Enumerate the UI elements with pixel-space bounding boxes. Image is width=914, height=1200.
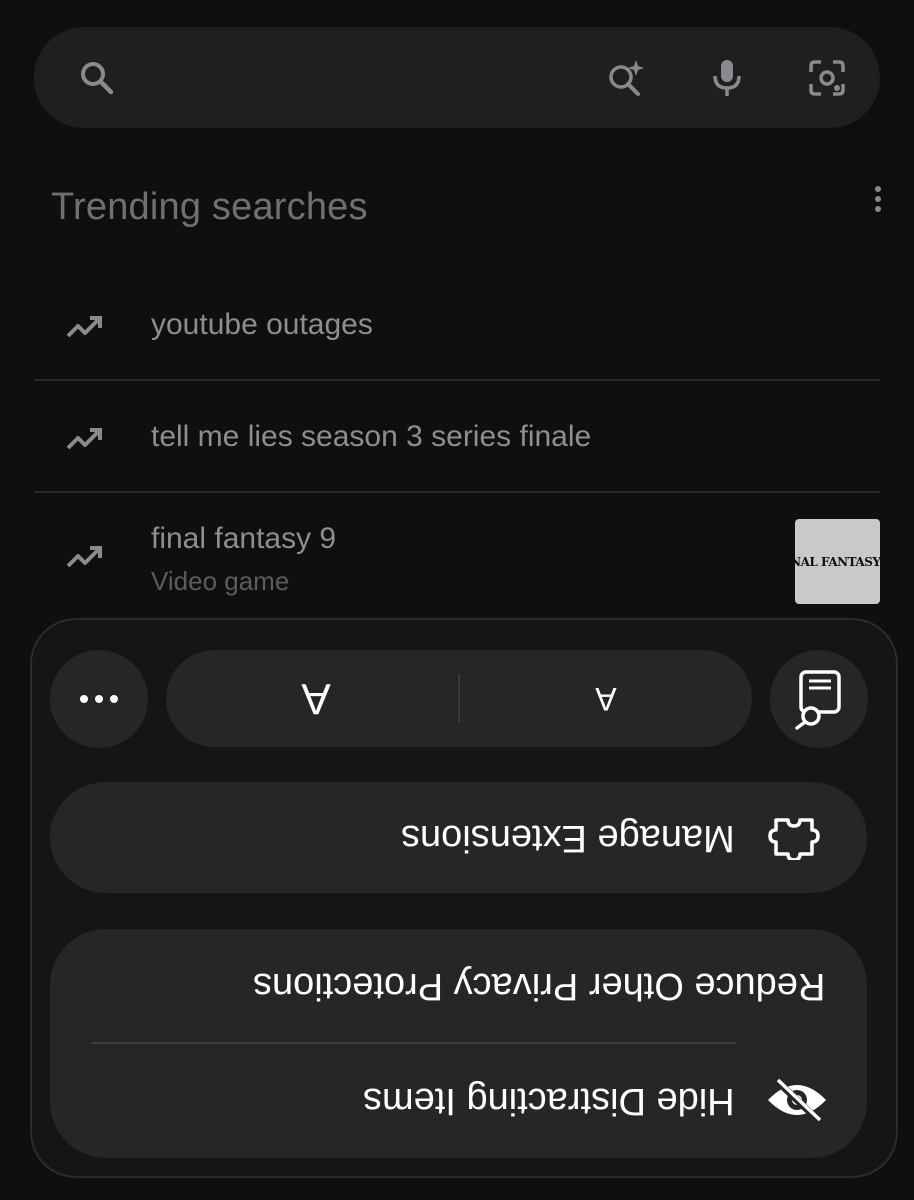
sparkle-search-icon[interactable] [604,57,646,99]
divider [34,379,880,381]
trending-up-icon [66,546,102,568]
trending-title: Trending searches [51,186,368,228]
hide-distracting-items-button[interactable]: Hide Distracting Items [363,1044,735,1158]
reduce-privacy-protections-button[interactable]: Reduce Other Privacy Protections [253,929,825,1042]
puzzle-piece-icon [768,818,820,860]
more-vert-icon[interactable] [866,184,890,214]
manage-extensions-label: Manage Extensions [401,817,735,859]
trending-up-icon [66,316,102,338]
reader-document-icon [795,670,841,730]
trending-item[interactable]: youtube outages [34,290,880,380]
privacy-options-group: Reduce Other Privacy Protections Hide Di… [50,929,867,1158]
divider [34,491,880,493]
more-options-button[interactable] [50,650,148,748]
trending-item[interactable]: final fantasy 9 Video game [34,494,880,618]
trending-item-subtitle: Video game [151,566,290,596]
trending-item[interactable]: tell me lies season 3 series finale [34,382,880,492]
decrease-font-button[interactable]: A [566,650,646,747]
manage-extensions-button[interactable]: Manage Extensions [50,782,867,893]
trending-thumbnail[interactable]: FINAL FANTASY IX [795,519,880,604]
search-icon[interactable] [76,57,118,99]
page: Trending searches youtube outages tell m… [0,0,914,1200]
trending-up-icon [66,428,102,450]
search-bar[interactable] [34,27,880,128]
eye-slash-icon [768,1077,826,1123]
reader-button[interactable] [770,650,868,748]
final-fantasy-logo: FINAL FANTASY IX [795,554,880,569]
increase-font-button[interactable]: A [276,650,356,747]
font-size-control[interactable]: A A [166,650,752,747]
trending-item-text: final fantasy 9 [151,522,337,555]
trending-item-text: tell me lies season 3 series finale [151,420,592,453]
microphone-icon[interactable] [706,57,748,99]
camera-lens-icon[interactable] [806,57,848,99]
trending-item-text: youtube outages [151,308,373,341]
font-size-divider [458,674,460,722]
